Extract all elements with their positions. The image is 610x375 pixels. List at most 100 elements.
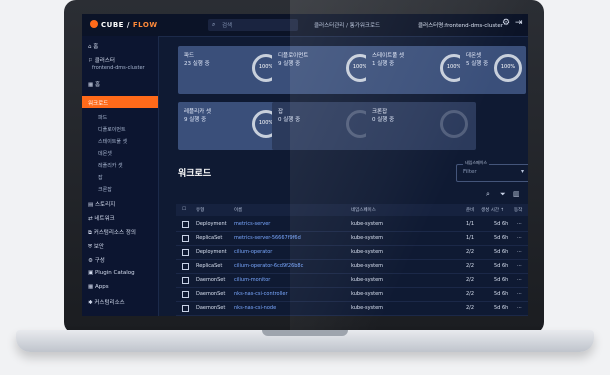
column-header-ready[interactable]: 준비 <box>466 207 474 213</box>
row-checkbox[interactable] <box>182 277 189 284</box>
more-icon[interactable]: ⋯ <box>517 263 522 269</box>
logo-subtext: FLOW <box>132 21 158 29</box>
sidebar-item-plugin-catalog[interactable]: ▣ Plugin Catalog <box>88 270 135 276</box>
row-name-link[interactable]: cilium-monitor <box>234 277 270 283</box>
sidebar-item-label: 홈 <box>93 44 99 50</box>
row-namespace: kube-system <box>351 305 384 311</box>
row-age: 5d 6h <box>494 249 509 255</box>
laptop-notch <box>262 330 348 336</box>
sidebar-sub-deployments[interactable]: 디플로이먼트 <box>98 126 126 133</box>
sidebar-item-config[interactable]: ⚙ 구성 <box>88 256 105 264</box>
sidebar-item-crd[interactable]: ⧉ 커스텀리소스 정의 <box>88 228 136 237</box>
card-status: 9 실행 중 <box>184 117 207 123</box>
column-header-age[interactable]: 생성 시간 ↑ <box>481 207 504 213</box>
sidebar-sub-cronjobs[interactable]: 크론잡 <box>98 186 112 193</box>
logo-mark-icon <box>90 20 98 28</box>
row-kind: DaemonSet <box>196 291 226 297</box>
row-checkbox[interactable] <box>182 263 189 270</box>
card-title: 스테이트풀 셋 <box>372 53 405 59</box>
sidebar-item-apps[interactable]: ▦ Apps <box>88 284 109 290</box>
sidebar-sub-jobs[interactable]: 잡 <box>98 174 103 181</box>
sidebar-item-network[interactable]: ⇄ 네트워크 <box>88 214 115 222</box>
row-checkbox[interactable] <box>182 249 189 256</box>
more-icon[interactable]: ⋯ <box>517 249 522 255</box>
table-row[interactable]: DaemonSet nks-nas-csi-node kube-system 2… <box>176 301 528 316</box>
card-title: 데몬셋 <box>466 53 482 59</box>
namespace-filter[interactable]: 네임스페이스 Filter ▾ <box>456 160 528 182</box>
sidebar-item-dashboard[interactable]: ▦ 홈 <box>88 80 100 88</box>
sidebar-sub-pods[interactable]: 파드 <box>98 114 107 121</box>
row-name-link[interactable]: nks-nas-csi-node <box>234 305 276 311</box>
sidebar-sub-daemonsets[interactable]: 데몬셋 <box>98 150 112 157</box>
search-input[interactable]: ⌕ 검색 <box>208 19 298 31</box>
sidebar-item-custom-resources[interactable]: ✱ 커스텀리소스 <box>88 298 125 306</box>
row-age: 5d 6h <box>494 235 509 241</box>
more-icon[interactable]: ⋯ <box>517 235 522 241</box>
row-name-link[interactable]: metrics-server-56667f9f6d <box>234 235 301 241</box>
logo-separator: / <box>126 21 130 29</box>
card-progress-ring <box>440 110 468 138</box>
table-row[interactable]: Deployment cilium-operator kube-system 2… <box>176 245 528 260</box>
table-row[interactable]: DaemonSet cilium-monitor kube-system 2/2… <box>176 273 528 288</box>
logout-icon[interactable]: ⇥ <box>515 18 523 28</box>
row-checkbox[interactable] <box>182 291 189 298</box>
card-title: 디플로이먼트 <box>278 53 309 59</box>
app-logo[interactable]: CUBE / FLOW <box>90 20 158 29</box>
row-checkbox[interactable] <box>182 235 189 242</box>
row-name-link[interactable]: cilium-operator <box>234 249 272 255</box>
more-icon[interactable]: ⋯ <box>517 291 522 297</box>
row-checkbox[interactable] <box>182 305 189 312</box>
row-namespace: kube-system <box>351 263 384 269</box>
column-header-namespace[interactable]: 네임스페이스 <box>351 207 376 213</box>
column-header-kind[interactable]: 유형 <box>196 207 204 213</box>
select-all-checkbox[interactable]: ☐ <box>182 207 186 212</box>
sidebar-item-label: 스토리지 <box>94 202 116 208</box>
cluster-selector[interactable]: 클러스터명:frontend-dms-cluster <box>418 21 503 29</box>
card-cronjobs[interactable]: 크론잡 0 실행 중 <box>366 102 476 150</box>
columns-icon[interactable]: ▥ <box>513 190 520 198</box>
row-namespace: kube-system <box>351 221 384 227</box>
breadcrumb[interactable]: 클러스터관리 / 통가워크로드 <box>314 21 380 29</box>
row-checkbox[interactable] <box>182 221 189 228</box>
sidebar-item-label: 네트워크 <box>94 216 115 222</box>
card-daemonsets[interactable]: 데몬셋 5 실행 중 100% <box>460 46 526 94</box>
row-age: 5d 6h <box>494 291 509 297</box>
chevron-down-icon: ▾ <box>520 168 524 175</box>
sidebar-item-label: 홈 <box>94 82 101 88</box>
sidebar-sub-replicasets[interactable]: 레플리카 셋 <box>98 162 123 169</box>
row-name-link[interactable]: metrics-server <box>234 221 270 227</box>
filter-placeholder: Filter <box>463 169 477 175</box>
sidebar-item-home[interactable]: ⌂ 홈 <box>88 42 98 50</box>
search-icon[interactable]: ⌕ <box>486 190 490 199</box>
sidebar-item-label: 보안 <box>93 244 104 250</box>
more-icon[interactable]: ⋯ <box>517 221 522 227</box>
table-row[interactable]: DaemonSet nks-nas-csi-controller kube-sy… <box>176 287 528 302</box>
table-row[interactable]: Deployment metrics-server kube-system 1/… <box>176 217 528 232</box>
more-icon[interactable]: ⋯ <box>517 277 522 283</box>
row-age: 5d 6h <box>494 305 509 311</box>
sidebar-cluster-value: frontend-dms-cluster <box>92 65 145 71</box>
more-icon[interactable]: ⋯ <box>517 305 522 311</box>
card-title: 잡 <box>278 109 284 115</box>
row-namespace: kube-system <box>351 277 384 283</box>
filter-label: 네임스페이스 <box>463 160 490 166</box>
row-ready: 2/2 <box>466 263 475 269</box>
sidebar-item-cluster[interactable]: ⚐ 클러스터 <box>88 56 115 64</box>
sidebar-item-workload[interactable]: 워크로드 <box>82 96 158 108</box>
gear-icon[interactable]: ⚙ <box>502 18 510 28</box>
table-row[interactable]: ReplicaSet cilium-operator-6cd9f26b8c ku… <box>176 259 528 274</box>
filter-icon[interactable]: ⏷ <box>500 190 506 199</box>
column-header-name[interactable]: 이름 <box>234 207 242 213</box>
sidebar-item-security[interactable]: ⛨ 보안 <box>88 242 104 251</box>
card-percent: 100% <box>500 64 516 70</box>
row-ready: 2/2 <box>466 277 475 283</box>
sidebar-sub-statefulsets[interactable]: 스테이트풀 셋 <box>98 138 127 145</box>
row-name-link[interactable]: nks-nas-csi-controller <box>234 291 288 297</box>
table-row[interactable]: ReplicaSet metrics-server-56667f9f6d kub… <box>176 231 528 246</box>
page-title: 워크로드 <box>178 169 212 179</box>
row-ready: 2/2 <box>466 249 475 255</box>
card-status: 9 실행 중 <box>278 61 301 67</box>
sidebar-item-storage[interactable]: ▤ 스토리지 <box>88 200 115 208</box>
row-name-link[interactable]: cilium-operator-6cd9f26b8c <box>234 263 303 269</box>
sidebar-item-label: 클러스터 <box>94 58 115 64</box>
